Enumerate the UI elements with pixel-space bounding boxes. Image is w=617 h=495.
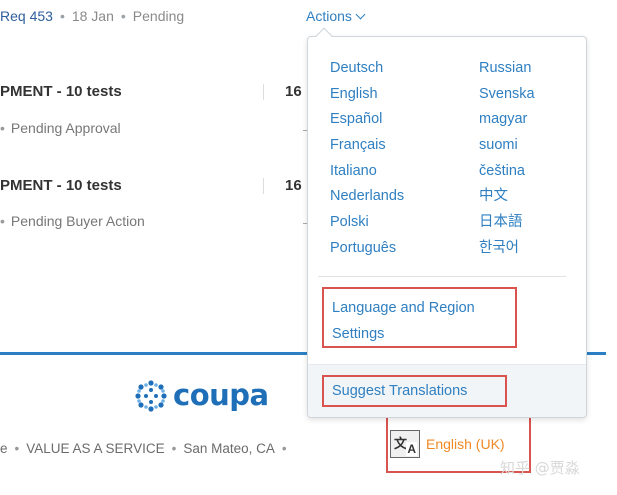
language-option[interactable]: 中文 <box>479 187 535 213</box>
language-option[interactable]: magyar <box>479 110 535 136</box>
menu-caret <box>315 27 333 45</box>
column-divider <box>263 84 264 100</box>
menu-divider <box>318 276 566 277</box>
footer-location: San Mateo, CA <box>183 441 275 456</box>
coupa-burst-icon <box>135 380 167 412</box>
current-language-label[interactable]: English (UK) <box>426 436 505 452</box>
actions-dropdown-menu: Deutsch English Español Français Italian… <box>307 27 587 418</box>
requisition-header: Req 453 • 18 Jan • Pending <box>0 8 184 24</box>
menu-footer: Suggest Translations <box>308 364 586 417</box>
language-option[interactable]: English <box>330 85 404 111</box>
actions-dropdown-button[interactable]: Actions <box>306 8 366 24</box>
language-option[interactable]: Svenska <box>479 85 535 111</box>
language-option[interactable]: Português <box>330 239 404 265</box>
suggest-translations-link[interactable]: Suggest Translations <box>322 375 507 407</box>
language-option[interactable]: Deutsch <box>330 59 404 85</box>
actions-label: Actions <box>306 8 352 24</box>
language-option[interactable]: 한국어 <box>479 239 535 265</box>
language-option[interactable]: suomi <box>479 136 535 162</box>
separator: • <box>120 8 126 24</box>
requisition-count: 16 <box>285 83 302 100</box>
requisition-count: 16 <box>285 177 302 194</box>
language-option[interactable]: Español <box>330 110 404 136</box>
language-region-settings-link[interactable]: Language and Region Settings <box>322 287 517 348</box>
footer-tagline: VALUE AS A SERVICE <box>26 441 165 456</box>
watermark: 知乎 @贾淼 <box>500 459 580 477</box>
language-option[interactable]: Italiano <box>330 162 404 188</box>
language-option[interactable]: Français <box>330 136 404 162</box>
language-list-left: Deutsch English Español Français Italian… <box>330 59 404 265</box>
language-option[interactable]: 日本語 <box>479 213 535 239</box>
requisition-title[interactable]: PMENT - 10 tests <box>0 177 122 194</box>
logo-text: coupa <box>173 378 269 412</box>
translate-icon: 文A <box>390 429 420 458</box>
chevron-down-icon <box>355 9 366 20</box>
language-list-right: Russian Svenska magyar suomi čeština 中文 … <box>479 59 535 265</box>
language-option[interactable]: Russian <box>479 59 535 85</box>
req-status: Pending <box>132 8 185 24</box>
req-link[interactable]: Req 453 <box>0 8 53 24</box>
separator: • <box>59 8 65 24</box>
coupa-logo: coupa <box>132 377 269 413</box>
language-option[interactable]: čeština <box>479 162 535 188</box>
language-option[interactable]: Polski <box>330 213 404 239</box>
req-date: 18 Jan <box>71 8 114 24</box>
requisition-status: • Pending Approval <box>0 120 121 136</box>
requisition-status: • Pending Buyer Action <box>0 213 145 229</box>
language-option[interactable]: Nederlands <box>330 187 404 213</box>
footer-text: e • VALUE AS A SERVICE • San Mateo, CA • <box>0 441 287 456</box>
requisition-title[interactable]: PMENT - 10 tests <box>0 83 122 100</box>
column-divider <box>263 178 264 194</box>
